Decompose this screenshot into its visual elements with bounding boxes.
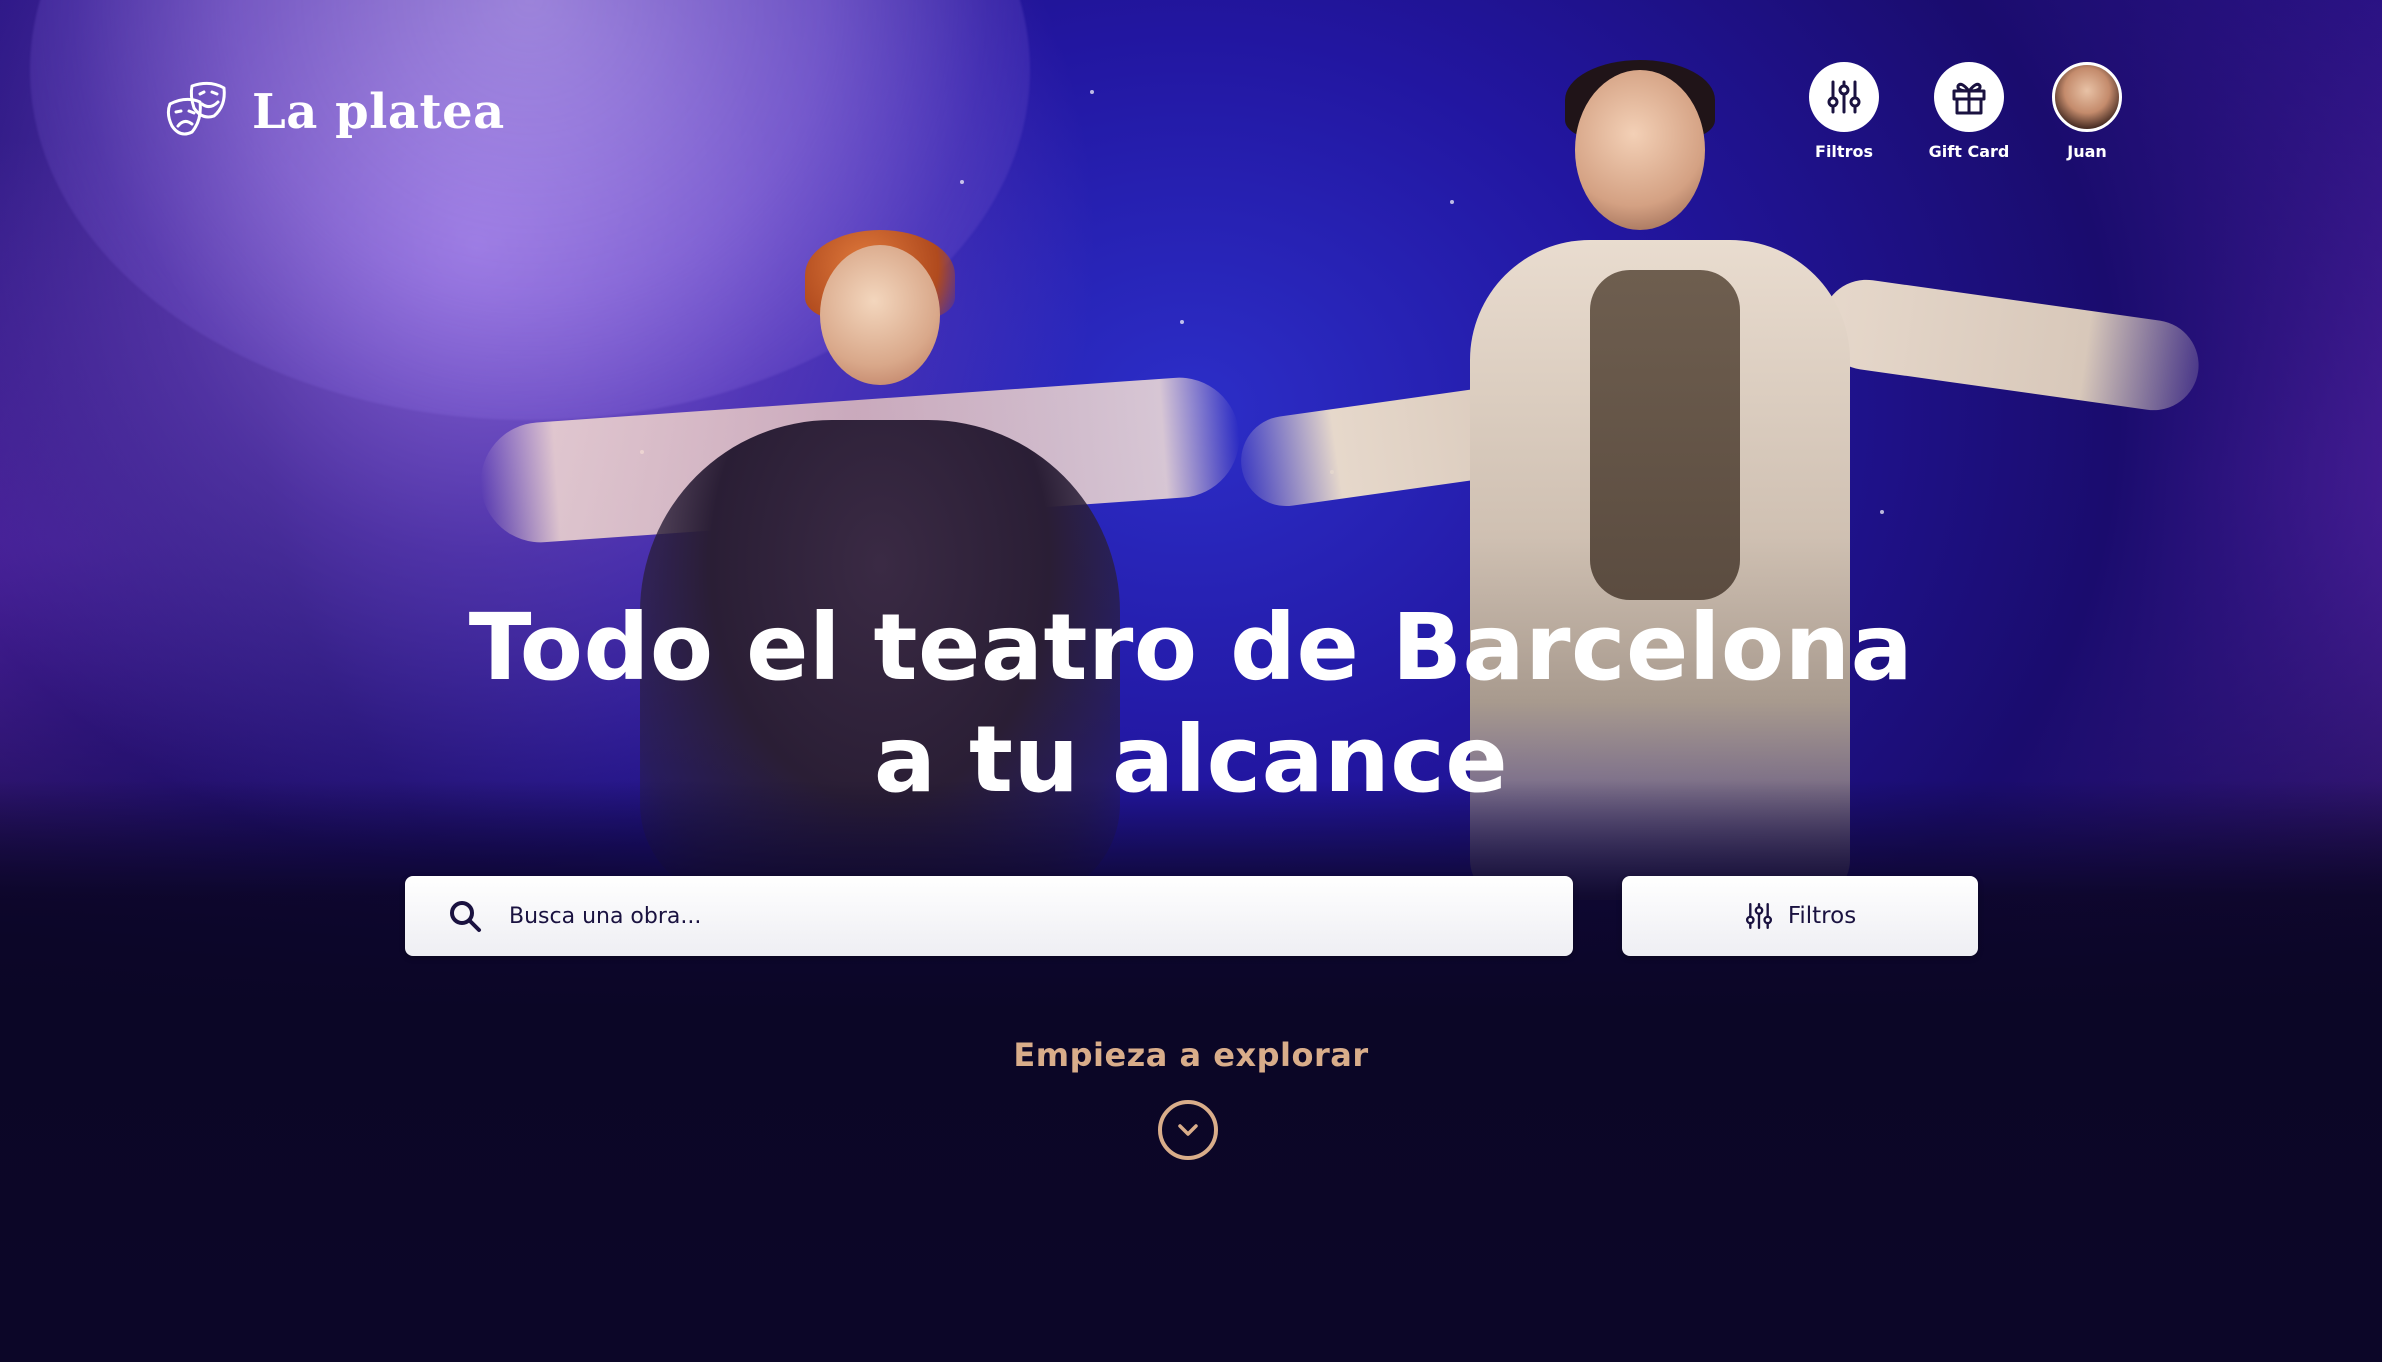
- nav-gift-card-label: Gift Card: [1928, 142, 2010, 161]
- hero-headline-line2: a tu alcance: [873, 706, 1509, 813]
- hero-headline-line1: Todo el teatro de Barcelona: [468, 594, 1914, 701]
- search-bar[interactable]: [405, 876, 1573, 956]
- nav-filters-label: Filtros: [1815, 142, 1873, 161]
- star: [960, 180, 964, 184]
- search-input[interactable]: [507, 902, 1411, 930]
- explore-label[interactable]: Empieza a explorar: [0, 1036, 2382, 1074]
- brand-name: La platea: [252, 84, 505, 140]
- logo[interactable]: La platea: [162, 76, 505, 148]
- nav-profile-label: Juan: [2067, 142, 2107, 161]
- gift-icon: [1934, 62, 2004, 132]
- nav-filters-button[interactable]: Filtros: [1774, 62, 1914, 161]
- search-icon: [450, 901, 481, 932]
- theater-masks-icon: [166, 81, 226, 136]
- star: [1180, 320, 1184, 324]
- chevron-down-icon: [1178, 1124, 1198, 1136]
- hero-headline: Todo el teatro de Barcelona a tu alcance: [0, 592, 2382, 816]
- explore-scroll-button[interactable]: [1158, 1100, 1218, 1160]
- nav-profile-button[interactable]: Juan: [2017, 62, 2157, 161]
- sliders-icon: [1809, 62, 1879, 132]
- avatar: [2052, 62, 2122, 132]
- star: [1450, 200, 1454, 204]
- star: [1880, 510, 1884, 514]
- filters-button[interactable]: Filtros: [1622, 876, 1978, 956]
- star: [1090, 90, 1094, 94]
- filters-button-label: Filtros: [1787, 903, 1857, 929]
- sliders-icon: [1745, 902, 1772, 930]
